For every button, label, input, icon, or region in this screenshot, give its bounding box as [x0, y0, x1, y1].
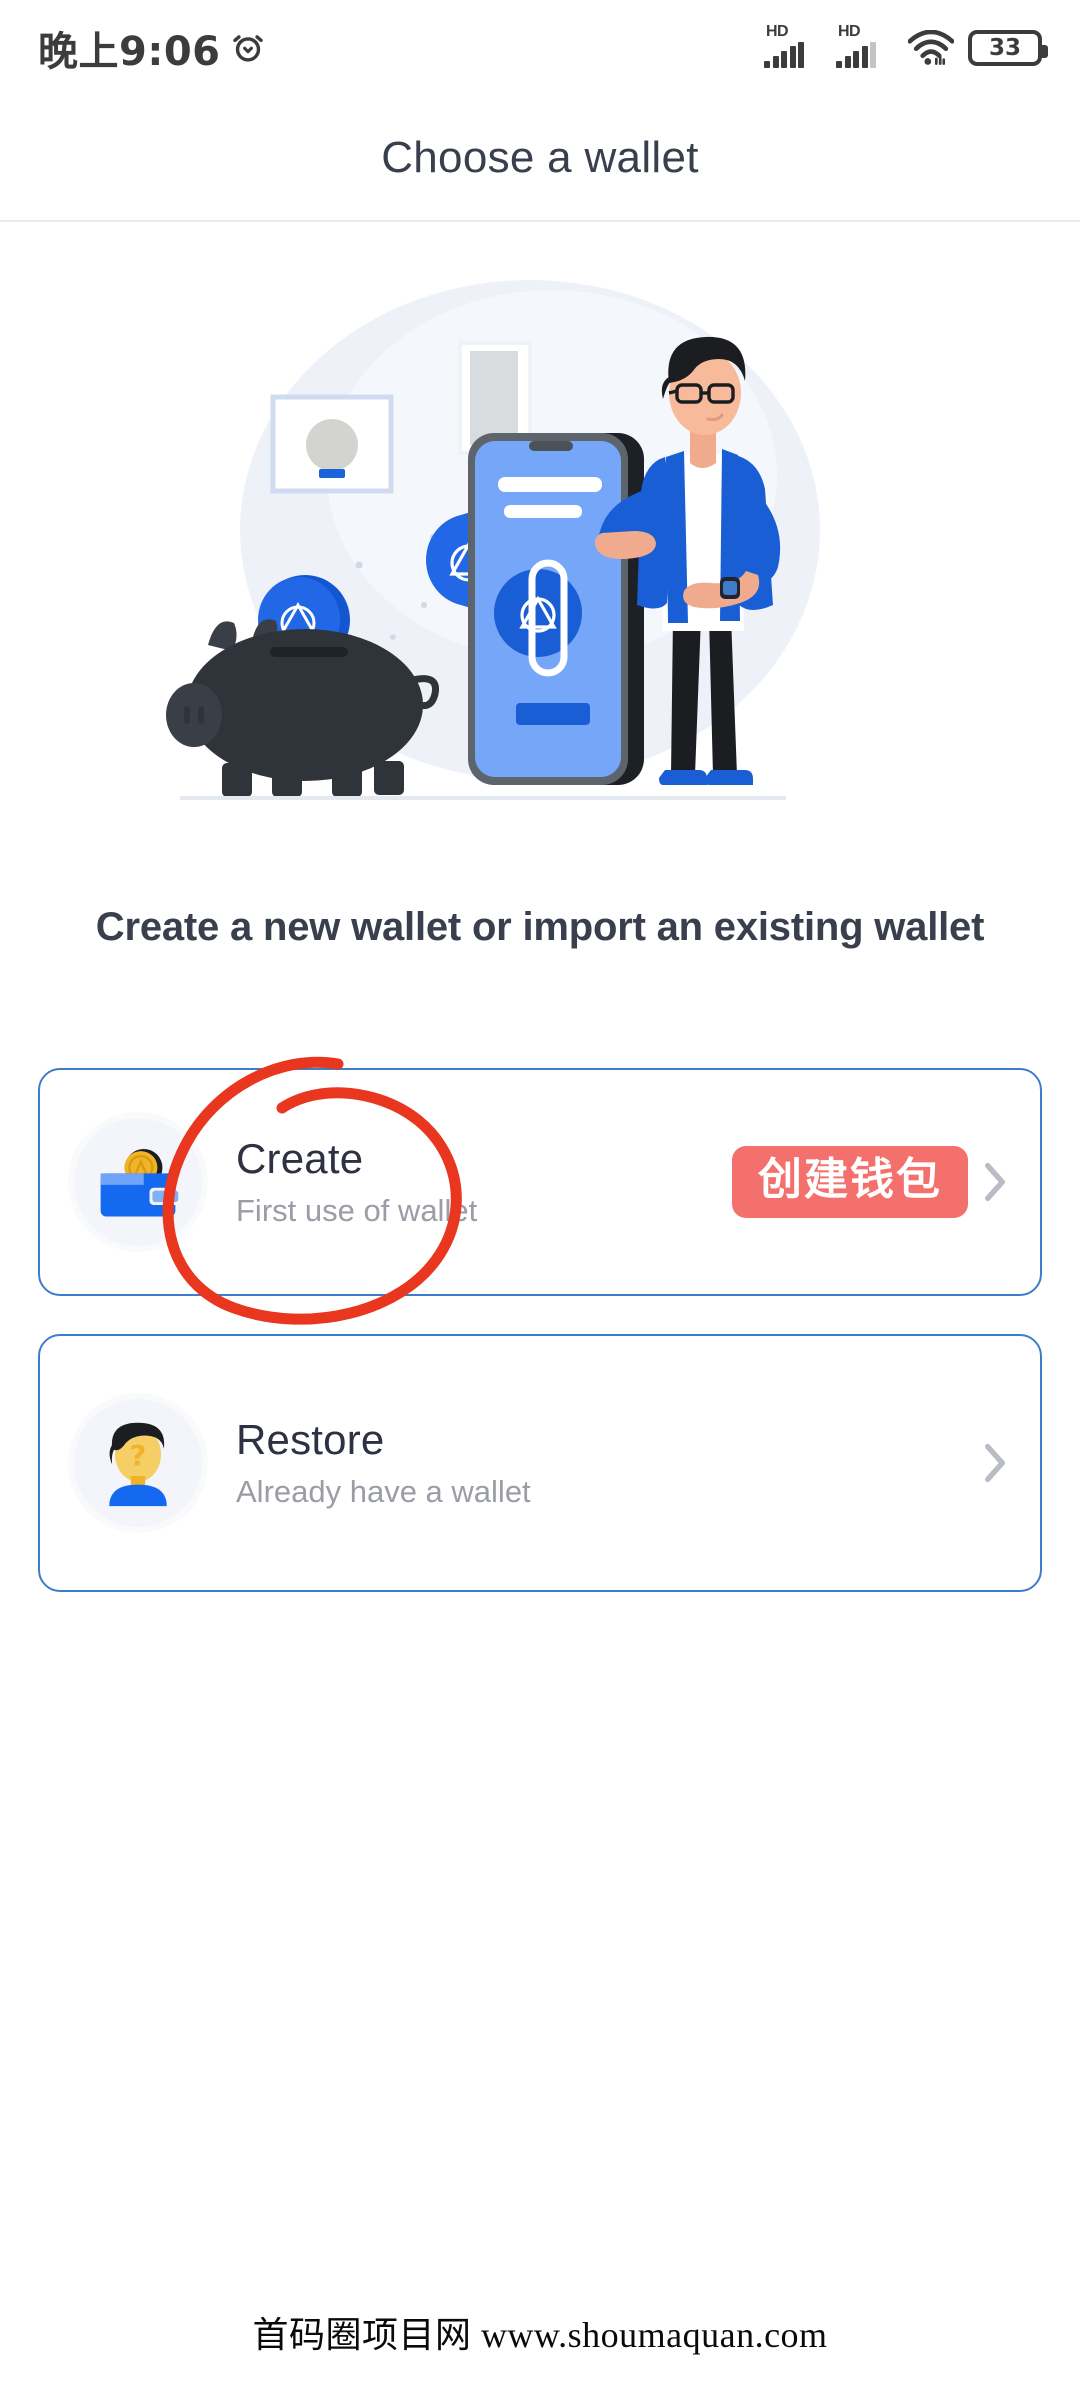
wallet-icon-glyph: [100, 1148, 182, 1217]
wifi-icon: [908, 30, 954, 65]
create-option-title: Create: [236, 1135, 364, 1183]
hd-signal-icon-1: HD: [764, 24, 822, 68]
smartphone: [468, 433, 644, 785]
restore-option-texts: Restore Already have a wallet: [236, 1416, 984, 1509]
hd-label-2: HD: [838, 23, 861, 40]
status-bar-clock: 晚上9:06: [38, 29, 221, 75]
create-wallet-option[interactable]: Create First use of wallet 创建钱包: [38, 1068, 1042, 1296]
app-bar: Choose a wallet: [0, 96, 1080, 222]
create-wallet-cn-badge[interactable]: 创建钱包: [732, 1146, 968, 1218]
person-question-avatar-icon: ?: [74, 1399, 202, 1527]
create-option-subtitle: First use of wallet: [236, 1192, 478, 1228]
signal-bars-2: [836, 42, 876, 68]
wallet-savings-illustration: [166, 280, 820, 800]
status-bar-left: 晚上9:06: [38, 19, 265, 77]
hero-subtitle: Create a new wallet or import an existin…: [95, 905, 985, 949]
page-title: Choose a wallet: [381, 133, 699, 182]
restore-option-subtitle: Already have a wallet: [236, 1473, 531, 1509]
footer-watermark: 首码圈项目网 www.shoumaquan.com: [252, 2315, 828, 2355]
hd-label-1: HD: [766, 23, 789, 40]
status-bar: 晚上9:06 HD HD 33: [0, 0, 1080, 96]
battery-icon: 33: [968, 30, 1048, 66]
avatar-icon-glyph: ?: [109, 1422, 167, 1507]
create-option-texts: Create First use of wallet: [236, 1135, 732, 1228]
signal-bars-1: [764, 42, 804, 68]
wallet-with-coin-icon: [74, 1118, 202, 1246]
alarm-clock-icon: [232, 35, 263, 62]
hero-illustration: [0, 255, 1080, 855]
restore-option-title: Restore: [236, 1416, 385, 1464]
hd-signal-icon-2: HD: [836, 24, 894, 68]
battery-percent: 33: [988, 34, 1021, 61]
svg-text:?: ?: [130, 1439, 147, 1473]
chevron-right-icon[interactable]: [984, 1162, 1006, 1202]
framed-picture: [270, 394, 394, 494]
restore-wallet-option[interactable]: ? Restore Already have a wallet: [38, 1334, 1042, 1592]
status-bar-right: HD HD 33: [764, 24, 1048, 68]
chevron-right-icon[interactable]: [984, 1443, 1006, 1483]
